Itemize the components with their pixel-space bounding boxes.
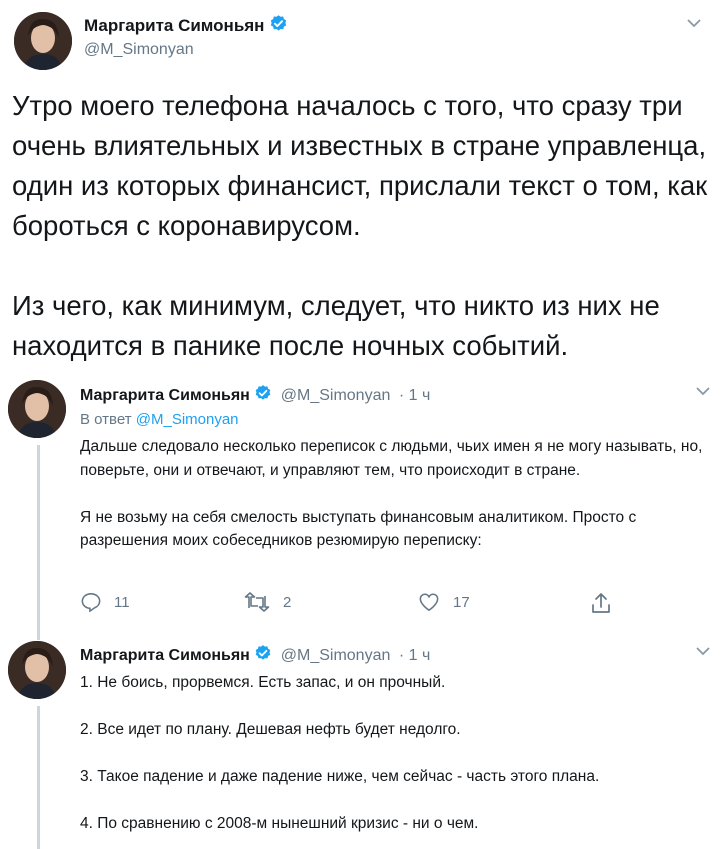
author-handle[interactable]: @M_Simonyan	[281, 387, 391, 404]
reply-paragraph: Дальше следовало несколько переписок с л…	[80, 438, 703, 479]
reply-header: Маргарита Симоньян @M_Simonyan · 1 ч	[80, 644, 430, 667]
reply-to-link[interactable]: @M_Simonyan	[136, 411, 239, 428]
verified-badge-icon	[254, 384, 272, 407]
reply-paragraph: 3. Такое падение и даже падение ниже, че…	[80, 768, 600, 785]
author-name[interactable]: Маргарита Симоньян	[84, 14, 288, 38]
chevron-down-icon[interactable]	[686, 16, 702, 34]
verified-badge-icon	[254, 644, 272, 667]
reply-count: 11	[114, 593, 130, 611]
reply-paragraph: Я не возьму на себя смелость выступать ф…	[80, 508, 637, 550]
reply-header: Маргарита Симоньян @M_Simonyan · 1 ч	[80, 384, 430, 407]
author-handle[interactable]: @M_Simonyan	[84, 41, 194, 59]
like-button[interactable]: 17	[417, 592, 470, 612]
reply-button[interactable]: 11	[80, 592, 130, 612]
reply-text: Дальше следовало несколько переписок с л…	[80, 435, 716, 553]
like-count: 17	[453, 593, 470, 611]
reply-paragraph: 1. Не боись, прорвемся. Есть запас, и он…	[80, 674, 446, 691]
tweet-paragraph: Утро моего телефона началось с того, что…	[12, 90, 708, 241]
retweet-icon	[244, 592, 270, 612]
tweet-text: Утро моего телефона началось с того, что…	[12, 86, 717, 366]
chevron-down-icon[interactable]	[695, 384, 711, 402]
author-name-text[interactable]: Маргарита Симоньян	[84, 16, 264, 35]
verified-badge-icon	[269, 14, 288, 38]
reply-to-label: В ответ	[80, 411, 132, 428]
avatar-portrait-icon	[8, 641, 66, 699]
reply-text: 1. Не боись, прорвемся. Есть запас, и он…	[80, 671, 716, 836]
share-icon	[592, 593, 610, 613]
thread-line	[37, 445, 40, 640]
avatar-portrait-icon	[14, 12, 72, 70]
action-bar: 11 2 17	[80, 592, 640, 614]
thread-line	[37, 706, 40, 849]
chevron-down-icon[interactable]	[695, 644, 711, 662]
retweet-count: 2	[283, 593, 292, 611]
tweet-paragraph: Из чего, как минимум, следует, что никто…	[12, 290, 660, 361]
reply-paragraph: 4. По сравнению с 2008-м нынешний кризис…	[80, 815, 479, 832]
avatar[interactable]	[8, 641, 66, 699]
avatar-portrait-icon	[8, 380, 66, 438]
timestamp[interactable]: · 1 ч	[399, 647, 430, 664]
author-name[interactable]: Маргарита Симоньян	[80, 647, 250, 664]
share-button[interactable]	[590, 592, 624, 614]
reply-to: В ответ @M_Simonyan	[80, 411, 239, 428]
heart-icon	[419, 593, 439, 612]
reply-paragraph: 2. Все идет по плану. Дешевая нефть буде…	[80, 721, 461, 738]
avatar[interactable]	[8, 380, 66, 438]
reply-icon	[81, 593, 101, 612]
author-handle[interactable]: @M_Simonyan	[281, 647, 391, 664]
author-name[interactable]: Маргарита Симоньян	[80, 387, 250, 404]
retweet-button[interactable]: 2	[243, 592, 291, 612]
timestamp[interactable]: · 1 ч	[399, 387, 430, 404]
avatar[interactable]	[14, 12, 72, 70]
